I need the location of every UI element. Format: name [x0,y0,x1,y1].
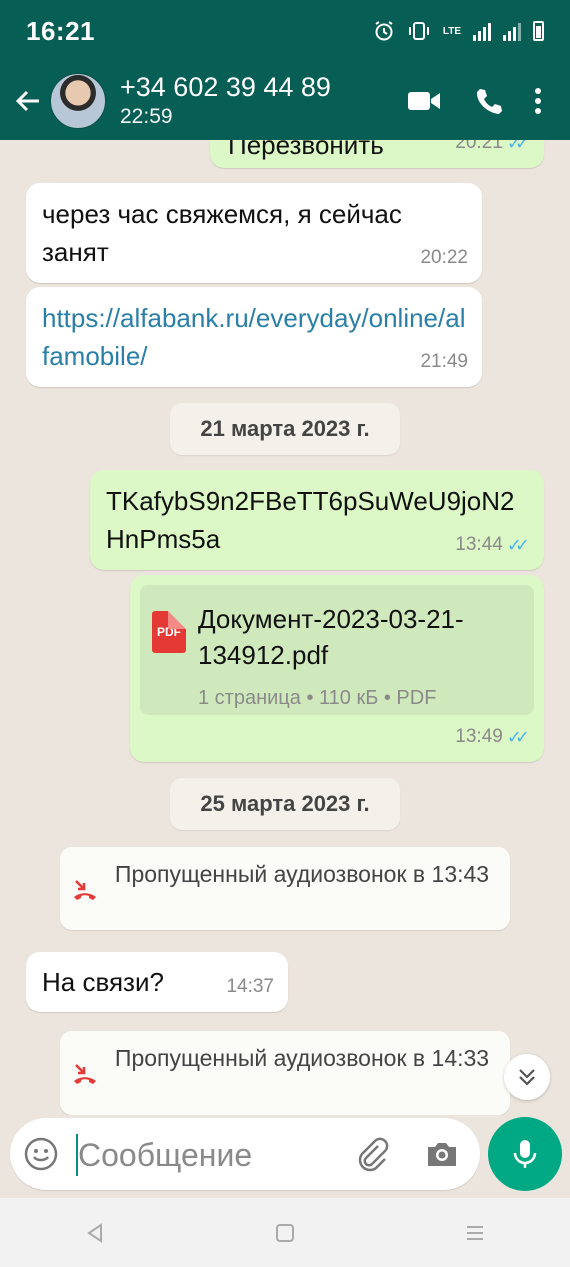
missed-call-notice[interactable]: Пропущенный аудиозвонок в 13:43 [60,847,510,930]
contact-info[interactable]: +34 602 39 44 89 22:59 [120,71,392,131]
double-chevron-down-icon [519,1069,535,1086]
scroll-to-bottom-button[interactable] [504,1054,550,1100]
message-meta: 14:37 [226,968,274,1006]
message-meta: 21:49 [420,343,468,381]
message-incoming[interactable]: На связи? 14:37 [26,952,288,1012]
arrow-left-icon [15,90,39,112]
read-ticks-icon: ✓✓ [506,535,530,555]
read-ticks-icon: ✓✓ [506,140,530,153]
battery-icon [533,21,544,41]
date-separator: 25 марта 2023 г. [170,778,400,830]
document-meta: 1 страница • 110 кБ • PDF [198,687,437,709]
square-home-icon [276,1223,294,1242]
status-time: 16:21 [26,15,95,46]
signal-1-icon [473,21,491,41]
message-meta: 20:21 ✓✓ [455,140,530,162]
voice-message-button[interactable] [488,1117,562,1191]
missed-call-text: Пропущенный аудиозвонок в 13:43 [114,861,490,887]
status-bar: 16:21 LTE [0,0,570,62]
message-text: На связи? [42,967,164,997]
document-card[interactable]: PDF Документ-2023-03-21-134912.pdf 1 стр… [140,585,534,715]
last-seen: 22:59 [120,105,173,128]
message-incoming[interactable]: через час свяжемся, я сейчас занят 20:22 [26,183,482,283]
more-options-button[interactable] [520,71,556,131]
video-call-button[interactable] [392,71,456,131]
triangle-back-icon [87,1222,102,1243]
contact-name: +34 602 39 44 89 [120,72,331,102]
message-text: Перезвонить [228,140,384,160]
message-time: 13:44 [455,534,503,555]
paperclip-icon[interactable] [354,1136,390,1172]
message-time: 14:37 [226,976,274,997]
status-icons: LTE [373,20,544,42]
avatar[interactable] [50,73,106,129]
message-incoming-link[interactable]: https://alfabank.ru/everyday/online/alfa… [26,287,482,387]
emoji-icon[interactable] [24,1137,58,1171]
phone-icon [476,89,502,114]
message-time: 13:49 [455,726,503,747]
nav-home-button[interactable] [255,1203,315,1263]
date-separator: 21 марта 2023 г. [170,403,400,455]
message-time: 21:49 [420,351,468,372]
composer [0,1115,570,1198]
vibrate-icon [408,22,429,40]
system-nav-bar [0,1198,570,1267]
missed-call-icon [74,880,96,900]
message-outgoing[interactable]: TKafybS9n2FBeTT6pSuWeU9joN2HnPms5a 13:44… [90,470,544,570]
menu-lines-icon [467,1225,483,1240]
pdf-file-icon: PDF [152,611,186,653]
message-outgoing[interactable]: Перезвонить 20:21 ✓✓ [210,140,544,168]
file-type-label: PDF [157,625,181,639]
document-name: Документ-2023-03-21-134912.pdf [198,604,464,670]
more-vertical-icon [535,88,541,114]
header-actions [392,71,556,131]
message-input-container[interactable] [10,1118,480,1190]
message-meta: 20:22 [420,239,468,277]
missed-call-text: Пропущенный аудиозвонок в 14:33 [114,1045,490,1071]
video-camera-icon [408,92,440,110]
message-meta: 13:44 ✓✓ [455,526,530,564]
microphone-icon [513,1140,537,1168]
message-text: через час свяжемся, я сейчас занят [42,199,402,267]
chat-header: +34 602 39 44 89 22:59 [0,62,570,140]
chat-area[interactable]: Перезвонить 20:21 ✓✓ через час свяжемся,… [0,140,570,1115]
message-link[interactable]: https://alfabank.ru/everyday/online/alfa… [42,299,467,375]
voice-call-button[interactable] [456,71,520,131]
network-type: LTE [442,25,461,37]
message-outgoing-document[interactable]: PDF Документ-2023-03-21-134912.pdf 1 стр… [130,575,544,762]
camera-icon[interactable] [424,1136,460,1172]
message-time: 20:21 [455,140,503,153]
alarm-icon [375,21,393,41]
missed-call-icon [74,1064,96,1084]
nav-menu-button[interactable] [445,1203,505,1263]
message-input[interactable] [78,1132,318,1178]
missed-call-notice[interactable]: Пропущенный аудиозвонок в 14:33 [60,1031,510,1115]
signal-2-icon [503,21,521,41]
nav-back-button[interactable] [65,1203,125,1263]
back-button[interactable] [6,62,50,140]
read-ticks-icon: ✓✓ [506,727,530,747]
message-time: 20:22 [420,247,468,268]
message-meta: 13:49 ✓✓ [455,718,530,756]
